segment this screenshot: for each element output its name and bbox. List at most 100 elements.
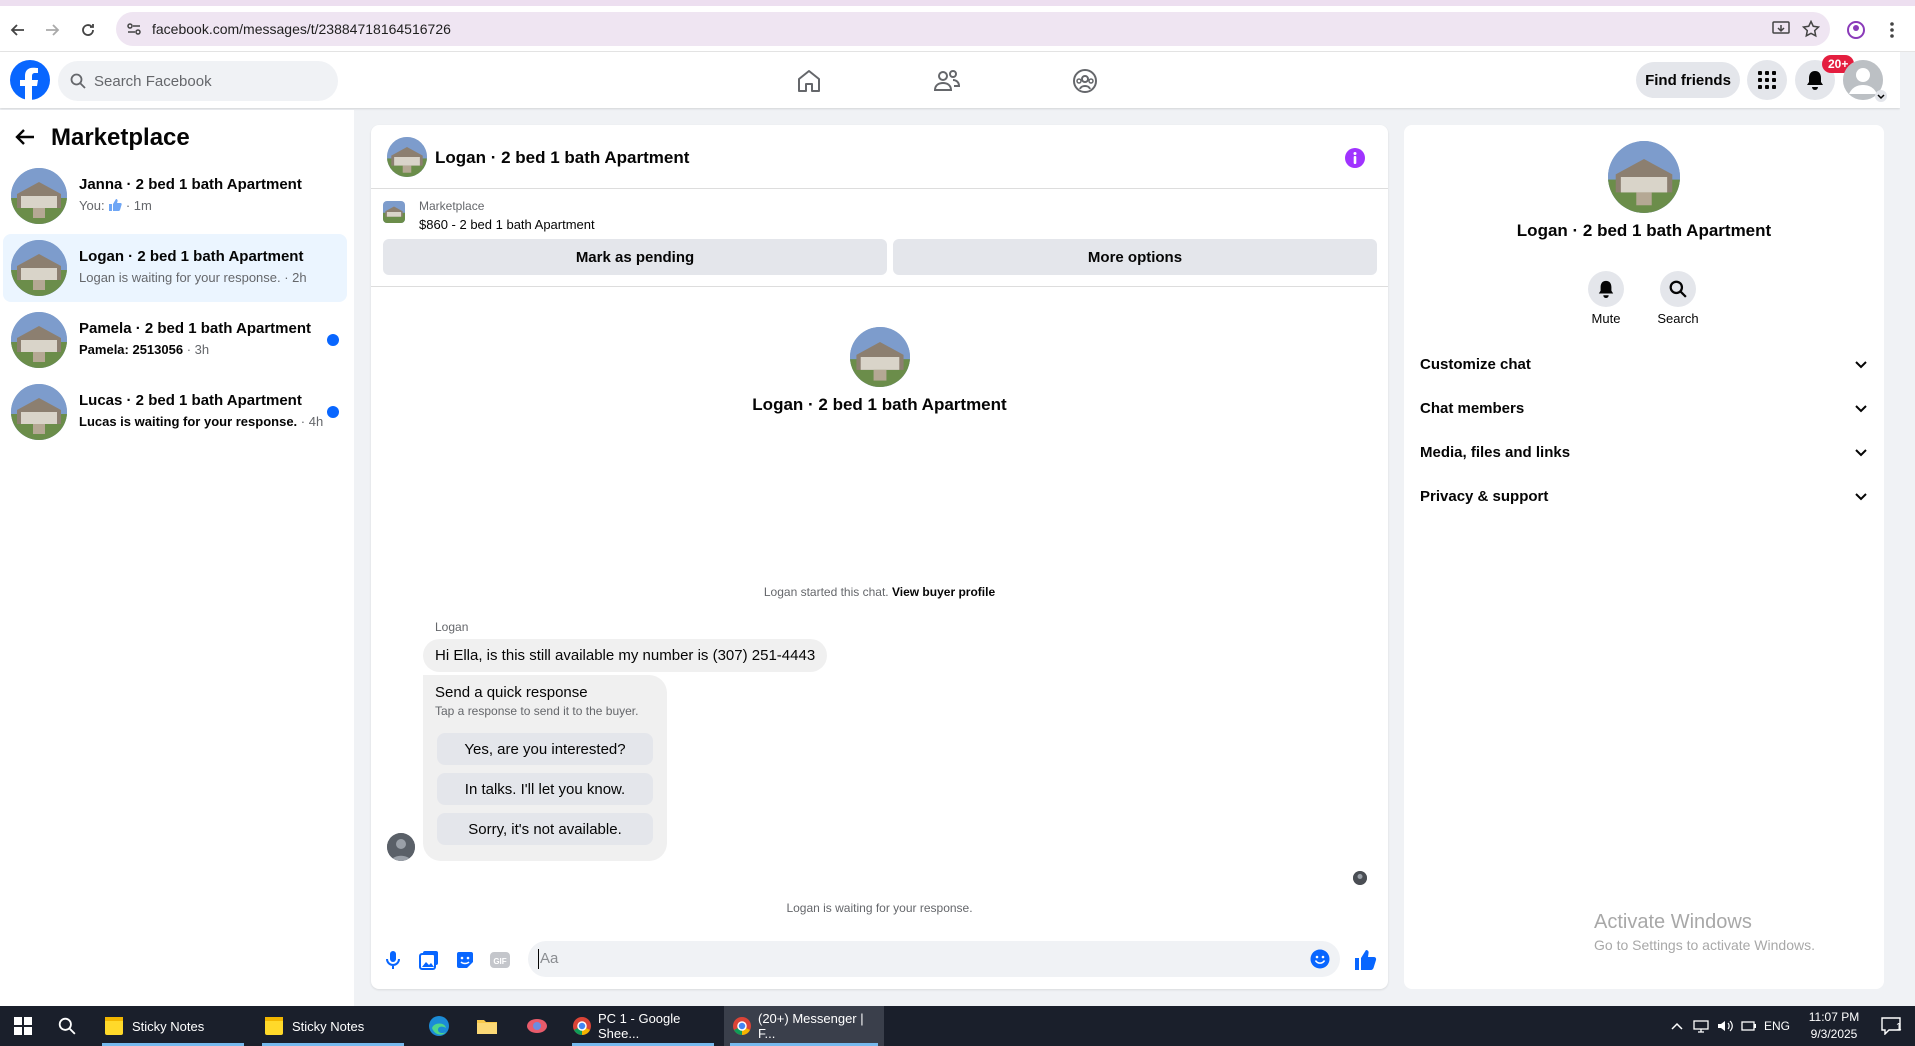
reload-icon[interactable]	[74, 16, 102, 44]
buyer-avatar[interactable]	[387, 833, 415, 861]
customize-chat-section[interactable]: Customize chat	[1420, 350, 1868, 380]
edge-icon[interactable]	[424, 1006, 454, 1046]
conversation-title: Pamela · 2 bed 1 bath Apartment	[79, 320, 312, 337]
seen-avatar	[1353, 871, 1367, 885]
search-chat-icon[interactable]	[1660, 271, 1696, 307]
back-icon[interactable]	[4, 16, 32, 44]
site-info-icon[interactable]	[126, 21, 142, 37]
menu-grid-icon[interactable]	[1747, 60, 1787, 100]
listing-description[interactable]: $860 - 2 bed 1 bath Apartment	[419, 217, 595, 232]
activate-windows-title: Activate Windows	[1594, 911, 1752, 933]
volume-icon[interactable]	[1714, 1006, 1736, 1046]
chevron-down-icon	[1855, 449, 1867, 457]
mute-label[interactable]: Mute	[1576, 311, 1636, 326]
info-icon[interactable]	[1344, 147, 1366, 169]
home-icon[interactable]	[792, 64, 826, 98]
sender-name: Logan	[435, 620, 469, 634]
like-thumbs-up-icon[interactable]	[1353, 948, 1377, 972]
preview-text: Lucas is waiting for your response.	[79, 414, 298, 429]
facebook-search-input[interactable]: Search Facebook	[58, 61, 338, 101]
details-avatar[interactable]	[1608, 141, 1680, 213]
windows-start-icon[interactable]	[6, 1006, 40, 1046]
details-title: Logan · 2 bed 1 bath Apartment	[1516, 221, 1772, 240]
notification-count: 1	[1896, 1022, 1902, 1033]
privacy-support-section[interactable]: Privacy & support	[1420, 482, 1868, 512]
svg-text:GIF: GIF	[493, 957, 506, 966]
find-friends-button[interactable]: Find friends	[1636, 62, 1740, 98]
sticker-icon[interactable]	[455, 950, 475, 970]
bookmark-star-icon[interactable]	[1802, 20, 1820, 38]
language-indicator[interactable]: ENG	[1764, 1006, 1790, 1046]
taskbar-app-sticky-notes[interactable]: Sticky Notes	[96, 1006, 250, 1046]
taskbar-app-chrome-sheets[interactable]: PC 1 - Google Shee...	[566, 1006, 720, 1046]
conversation-preview: You: · 1m	[79, 198, 152, 213]
sticky-notes-icon	[104, 1016, 124, 1036]
conversation-item-selected[interactable]: Logan · 2 bed 1 bath Apartment Logan is …	[3, 234, 347, 302]
network-icon[interactable]	[1690, 1006, 1712, 1046]
taskbar-clock[interactable]: 11:07 PM 9/3/2025	[1800, 1009, 1868, 1043]
quick-reply-button[interactable]: In talks. I'll let you know.	[437, 773, 653, 805]
page-scrollbar[interactable]	[1900, 52, 1915, 1006]
microphone-icon[interactable]	[385, 950, 401, 970]
conversation-item[interactable]: Lucas · 2 bed 1 bath Apartment Lucas is …	[3, 378, 347, 446]
more-options-button[interactable]: More options	[893, 239, 1377, 275]
preview-text: Pamela: 2513056	[79, 342, 184, 357]
text-cursor	[538, 949, 539, 969]
search-placeholder: Search Facebook	[94, 72, 212, 90]
taskbar-app-chrome-messenger[interactable]: (20+) Messenger | F...	[724, 1006, 884, 1046]
chat-header: Logan · 2 bed 1 bath Apartment	[371, 125, 1388, 189]
quick-reply-button[interactable]: Sorry, it's not available.	[437, 813, 653, 845]
listing-thumbnail	[11, 384, 67, 440]
profile-icon[interactable]	[1842, 16, 1870, 44]
taskbar-app-label: (20+) Messenger | F...	[758, 1011, 864, 1041]
mute-bell-icon[interactable]	[1588, 271, 1624, 307]
chat-started-notice: Logan started this chat. View buyer prof…	[371, 585, 1388, 599]
facebook-logo-icon[interactable]	[10, 60, 50, 100]
snipping-tool-icon[interactable]	[522, 1006, 552, 1046]
battery-icon[interactable]	[1738, 1006, 1760, 1046]
sticky-notes-icon	[264, 1016, 284, 1036]
clock-time: 11:07 PM	[1808, 1010, 1860, 1024]
photo-icon[interactable]	[419, 950, 439, 970]
groups-icon[interactable]	[1068, 64, 1102, 98]
gif-icon[interactable]: GIF	[489, 950, 511, 970]
quick-reply-button[interactable]: Yes, are you interested?	[437, 733, 653, 765]
preview-time: · 4h	[300, 414, 324, 429]
conversation-preview: Pamela: 2513056 · 3h	[79, 342, 209, 357]
forward-icon[interactable]	[38, 16, 66, 44]
chrome-icon	[732, 1016, 752, 1036]
section-label: Privacy & support	[1420, 488, 1549, 505]
taskbar-app-sticky-notes[interactable]: Sticky Notes	[256, 1006, 410, 1046]
section-label: Media, files and links	[1420, 444, 1571, 461]
address-bar[interactable]: facebook.com/messages/t/2388471816451672…	[116, 12, 1830, 46]
account-chevron-icon[interactable]	[1875, 90, 1887, 102]
emoji-icon[interactable]	[1310, 949, 1330, 969]
file-explorer-icon[interactable]	[472, 1006, 502, 1046]
install-app-icon[interactable]	[1772, 21, 1790, 37]
friends-icon[interactable]	[930, 64, 964, 98]
browser-toolbar: facebook.com/messages/t/2388471816451672…	[0, 6, 1915, 52]
search-label[interactable]: Search	[1648, 311, 1708, 326]
mark-as-pending-button[interactable]: Mark as pending	[383, 239, 887, 275]
back-arrow-icon[interactable]	[14, 126, 36, 148]
listing-thumbnail	[11, 312, 67, 368]
intro-avatar[interactable]	[850, 327, 910, 387]
message-bubble[interactable]: Hi Ella, is this still available my numb…	[423, 639, 828, 672]
listing-thumbnail	[11, 240, 67, 296]
chat-avatar[interactable]	[387, 137, 427, 177]
notification-center-icon[interactable]: 1	[1874, 1006, 1908, 1046]
message-input[interactable]: Aa	[528, 941, 1340, 977]
tray-chevron-up-icon[interactable]	[1666, 1006, 1688, 1046]
listing-thumbnail	[11, 168, 67, 224]
browser-menu-icon[interactable]	[1878, 16, 1906, 44]
view-buyer-profile-link[interactable]: View buyer profile	[892, 585, 995, 599]
chat-details-panel: Logan · 2 bed 1 bath Apartment Mute Sear…	[1404, 125, 1884, 989]
chat-title[interactable]: Logan · 2 bed 1 bath Apartment	[435, 148, 689, 168]
taskbar-search-icon[interactable]	[52, 1006, 82, 1046]
intro-title: Logan · 2 bed 1 bath Apartment	[752, 395, 1007, 414]
conversation-item[interactable]: Janna · 2 bed 1 bath Apartment You: · 1m	[3, 162, 347, 230]
chat-members-section[interactable]: Chat members	[1420, 394, 1868, 424]
media-files-links-section[interactable]: Media, files and links	[1420, 438, 1868, 468]
conversation-item[interactable]: Pamela · 2 bed 1 bath Apartment Pamela: …	[3, 306, 347, 374]
url-text: facebook.com/messages/t/2388471816451672…	[152, 21, 451, 37]
